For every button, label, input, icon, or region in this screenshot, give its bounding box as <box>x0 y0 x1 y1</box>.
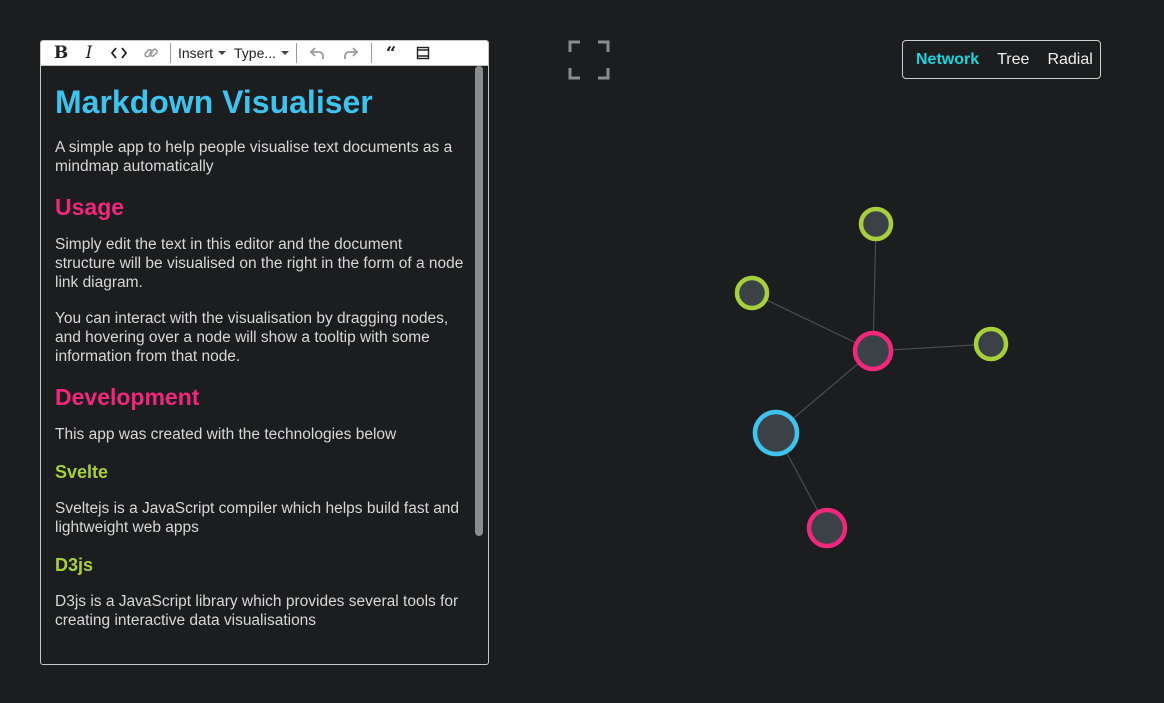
node-usage[interactable] <box>806 507 848 549</box>
layout-network-tab[interactable]: Network <box>916 51 979 69</box>
svelte-heading: Svelte <box>55 462 109 482</box>
undo-icon <box>309 47 324 59</box>
insert-label: Insert <box>178 45 214 61</box>
development-paragraph: This app was created with the technologi… <box>55 426 397 443</box>
bold-button[interactable]: B <box>47 41 75 66</box>
doc-intro: A simple app to help people visualise te… <box>55 139 453 175</box>
code-button[interactable] <box>103 41 135 66</box>
d3-paragraph: D3js is a JavaScript library which provi… <box>55 593 459 629</box>
graph-nodes <box>734 206 1009 549</box>
fullscreen-button[interactable] <box>568 40 610 80</box>
fullscreen-icon <box>568 40 610 80</box>
node-development[interactable] <box>852 330 894 372</box>
bold-icon: B <box>53 43 69 63</box>
node-d3js[interactable] <box>858 206 894 242</box>
type-label: Type... <box>234 45 277 61</box>
development-heading: Development <box>55 384 200 410</box>
insert-dropdown[interactable]: Insert <box>174 41 230 66</box>
italic-icon: I <box>85 43 93 63</box>
editor-content[interactable]: Markdown Visualiser A simple app to help… <box>41 66 488 664</box>
node-svelte[interactable] <box>734 275 770 311</box>
toolbar-separator <box>371 43 373 63</box>
markdown-editor[interactable]: B I Insert Type... “ Markdown Visualiser… <box>40 40 489 665</box>
d3-heading: D3js <box>55 555 94 575</box>
chevron-down-icon <box>281 51 290 55</box>
usage-paragraph-2: You can interact with the visualisation … <box>55 310 449 365</box>
frame-icon <box>416 46 430 60</box>
graph-links <box>751 223 992 529</box>
layout-switcher: Network Tree Radial <box>902 40 1101 79</box>
node-third-tech[interactable] <box>973 326 1009 362</box>
toolbar-separator <box>170 43 171 63</box>
layout-tree-tab[interactable]: Tree <box>997 51 1029 69</box>
quote-icon: “ <box>385 42 397 64</box>
app-root: B I Insert Type... “ Markdown Visualiser… <box>0 0 1164 703</box>
toolbar-separator <box>296 43 298 63</box>
link-button[interactable] <box>135 41 167 66</box>
node-markdown-visualiser[interactable] <box>752 409 800 457</box>
type-dropdown[interactable]: Type... <box>230 41 293 66</box>
redo-button[interactable] <box>334 41 368 66</box>
undo-button[interactable] <box>300 41 334 66</box>
doc-title: Markdown Visualiser <box>55 84 373 120</box>
chevron-down-icon <box>218 51 227 55</box>
redo-icon <box>344 47 359 59</box>
layout-radial-tab[interactable]: Radial <box>1047 51 1092 69</box>
quote-button[interactable]: “ <box>375 41 407 66</box>
editor-toolbar: B I Insert Type... “ <box>41 41 488 66</box>
editor-scrollbar[interactable] <box>475 66 483 536</box>
svelte-paragraph: Sveltejs is a JavaScript compiler which … <box>55 500 460 536</box>
horizontal-rule-button[interactable] <box>407 41 439 66</box>
code-icon <box>111 47 127 59</box>
usage-paragraph-1: Simply edit the text in this editor and … <box>55 236 464 291</box>
link-icon <box>144 48 158 58</box>
usage-heading: Usage <box>55 194 125 220</box>
italic-button[interactable]: I <box>75 41 103 66</box>
